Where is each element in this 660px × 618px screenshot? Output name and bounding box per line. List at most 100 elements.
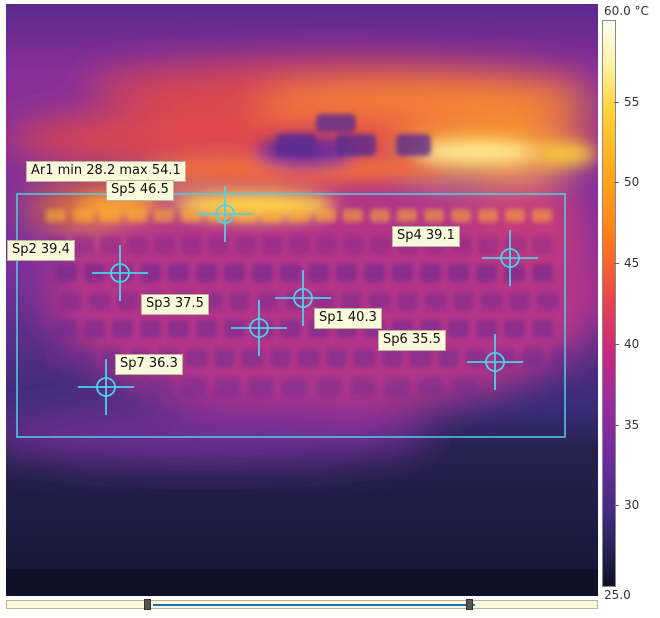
key-shape — [509, 292, 530, 310]
key-shape — [224, 320, 245, 338]
range-slider-left-handle[interactable] — [144, 599, 151, 610]
vent-shape — [396, 134, 431, 156]
range-slider-right-handle[interactable] — [466, 599, 473, 610]
key-shape — [537, 292, 558, 310]
colorbar-tick-mark — [614, 424, 619, 426]
key-shape — [196, 320, 217, 338]
key-shape — [478, 236, 499, 254]
key-shape — [154, 209, 174, 222]
key-shape — [73, 209, 93, 222]
thermal-image: Ar1 min 28.2 max 54.1 Sp5 46.5 Sp2 39.4 … — [6, 4, 598, 596]
key-shape — [224, 264, 245, 282]
key-shape — [280, 264, 301, 282]
key-shape — [298, 349, 319, 367]
key-shape — [532, 236, 553, 254]
range-slider-selection — [153, 604, 475, 606]
colorbar-tick-label: 45 — [624, 256, 640, 271]
key-shape — [196, 264, 217, 282]
key-shape — [140, 320, 161, 338]
key-shape — [410, 349, 431, 367]
key-shape — [89, 292, 110, 310]
spot-label-sp1[interactable]: Sp1 40.3 — [314, 308, 382, 329]
key-shape — [424, 209, 444, 222]
key-shape — [397, 209, 417, 222]
key-shape — [550, 349, 571, 367]
key-shape — [308, 264, 329, 282]
key-shape — [186, 349, 207, 367]
key-shape — [481, 292, 502, 310]
key-shape — [61, 292, 82, 310]
key-shape — [370, 236, 391, 254]
colorbar-tick-label: 55 — [624, 94, 640, 109]
key-shape — [56, 320, 77, 338]
colorbar-tick-label: 50 — [624, 175, 640, 190]
key-shape — [532, 209, 552, 222]
range-slider[interactable] — [6, 599, 598, 610]
key-shape — [452, 378, 478, 396]
key-shape — [522, 349, 543, 367]
vent-shape — [316, 114, 356, 132]
key-shape — [84, 320, 105, 338]
spot-label-sp7[interactable]: Sp7 36.3 — [115, 354, 183, 375]
key-shape — [74, 349, 95, 367]
key-shape — [146, 378, 172, 396]
key-shape — [350, 378, 376, 396]
key-shape — [476, 320, 497, 338]
key-shape — [181, 236, 202, 254]
key-shape — [505, 209, 525, 222]
key-shape — [235, 209, 255, 222]
key-shape — [257, 292, 278, 310]
key-shape — [280, 320, 301, 338]
key-shape — [46, 209, 66, 222]
area-label-ar1[interactable]: Ar1 min 28.2 max 54.1 — [26, 161, 186, 182]
key-shape — [127, 236, 148, 254]
key-shape — [420, 264, 441, 282]
key-shape — [343, 236, 364, 254]
key-shape — [252, 264, 273, 282]
colorbar-tick-mark — [614, 263, 619, 265]
key-shape — [100, 236, 121, 254]
spot-label-sp4[interactable]: Sp4 39.1 — [392, 226, 460, 247]
key-shape — [235, 236, 256, 254]
key-shape — [214, 378, 240, 396]
key-shape — [46, 349, 67, 367]
spot-label-sp5[interactable]: Sp5 46.5 — [106, 180, 174, 201]
key-shape — [154, 236, 175, 254]
colorbar-tick-label: 40 — [624, 336, 640, 351]
key-shape — [73, 236, 94, 254]
spot-label-sp3[interactable]: Sp3 37.5 — [141, 294, 209, 315]
key-shape — [478, 209, 498, 222]
key-shape — [262, 236, 283, 254]
key-shape — [229, 292, 250, 310]
colorbar-tick-label: 30 — [624, 498, 640, 513]
key-shape — [181, 209, 201, 222]
key-shape — [180, 378, 206, 396]
key-shape — [392, 264, 413, 282]
key-shape — [418, 378, 444, 396]
vent-shape — [336, 134, 376, 156]
key-shape — [336, 264, 357, 282]
spot-label-sp6[interactable]: Sp6 35.5 — [378, 330, 446, 351]
key-shape — [451, 209, 471, 222]
key-shape — [282, 378, 308, 396]
key-shape — [56, 264, 77, 282]
key-shape — [364, 264, 385, 282]
key-shape — [316, 209, 336, 222]
key-shape — [343, 209, 363, 222]
key-shape — [370, 209, 390, 222]
colorbar-tick-mark — [614, 101, 619, 103]
spot-label-sp2[interactable]: Sp2 39.4 — [7, 240, 75, 261]
key-shape — [382, 349, 403, 367]
colorbar-tick-mark — [614, 182, 619, 184]
key-shape — [448, 320, 469, 338]
thermal-canvas — [6, 4, 598, 596]
key-shape — [248, 378, 274, 396]
key-shape — [354, 349, 375, 367]
key-shape — [532, 320, 553, 338]
key-shape — [262, 209, 282, 222]
colorbar-min-label: 25.0 — [604, 588, 631, 602]
key-shape — [168, 320, 189, 338]
colorbar-tick-mark — [614, 343, 619, 345]
key-shape — [438, 349, 459, 367]
temperature-colorbar — [602, 20, 616, 587]
